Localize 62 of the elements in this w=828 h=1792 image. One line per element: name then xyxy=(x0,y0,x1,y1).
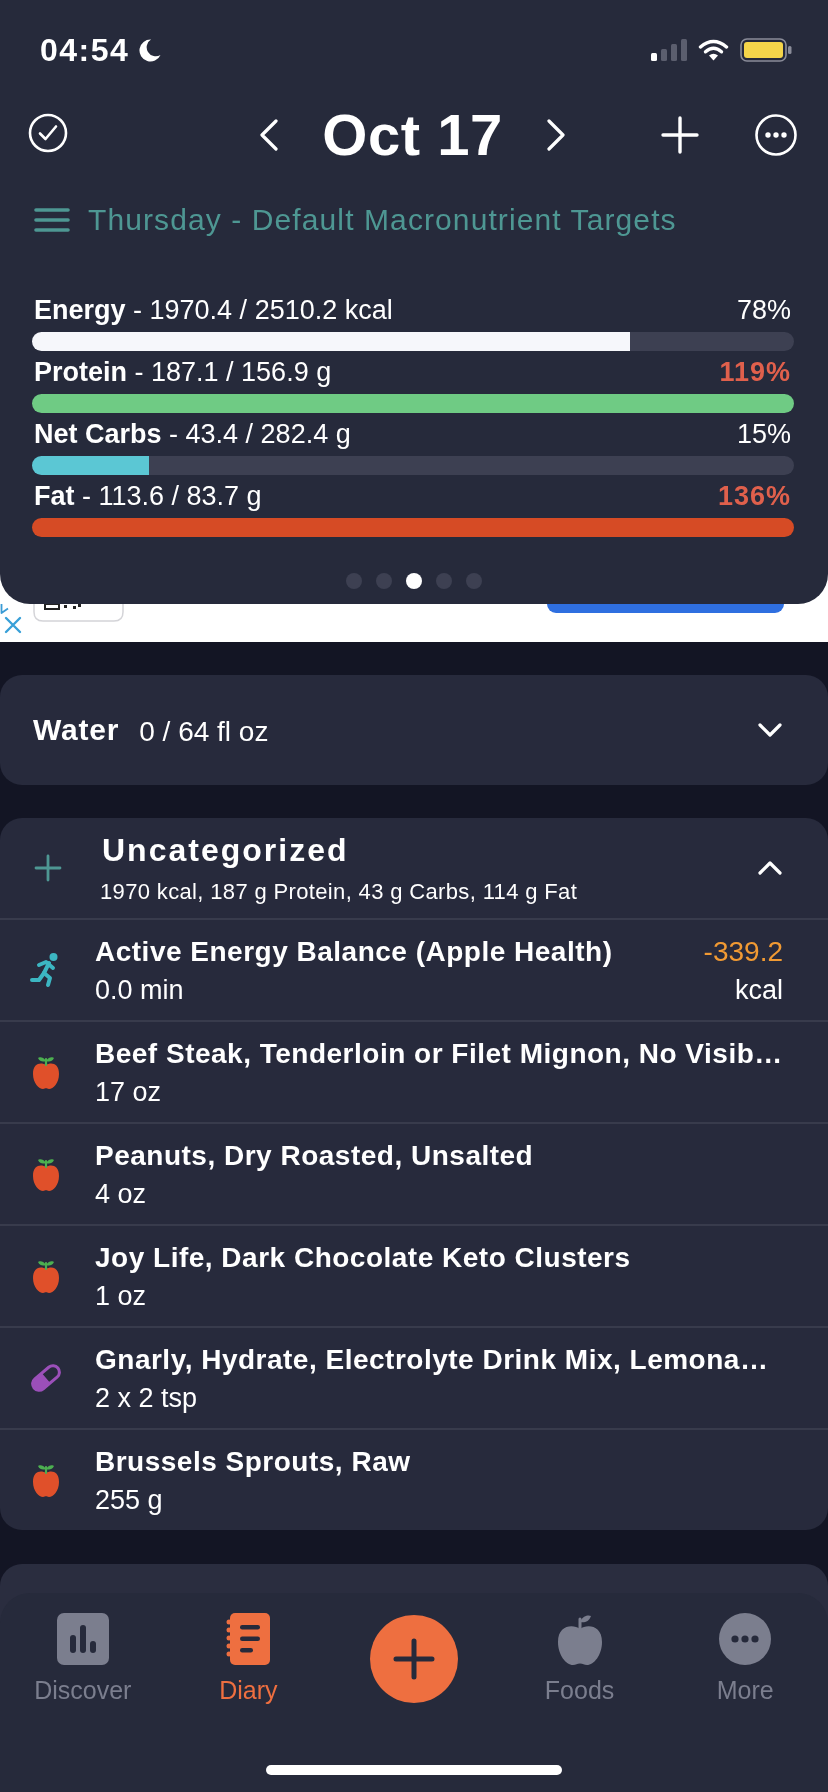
activity-name[interactable]: Active Energy Balance (Apple Health) xyxy=(95,934,613,970)
food-amount: 255 g xyxy=(95,1484,163,1517)
macro-label: Fat - 113.6 / 83.7 g xyxy=(34,480,262,513)
targets-button[interactable]: Thursday - Default Macronutrient Targets xyxy=(34,200,677,240)
food-name[interactable]: Gnarly, Hydrate, Electrolyte Drink Mix, Lemona… xyxy=(95,1342,769,1378)
date-title[interactable]: Oct 17 xyxy=(322,100,503,170)
apple-icon xyxy=(31,1156,61,1192)
nav-tab[interactable]: Discover xyxy=(34,1613,132,1706)
energy-value: -339.2 xyxy=(703,935,783,969)
ad-choices-icon[interactable] xyxy=(0,604,9,614)
apple-icon xyxy=(31,1462,61,1498)
macro-percent: 78% xyxy=(736,294,791,327)
macro-percent: 136% xyxy=(717,480,791,513)
meal-summary: 1970 kcal, 187 g Protein, 43 g Carbs, 114 g Fat xyxy=(100,878,578,906)
chevron-up-icon[interactable] xyxy=(758,861,782,875)
apple-icon xyxy=(31,1258,61,1294)
food-name[interactable]: Peanuts, Dry Roasted, Unsalted xyxy=(95,1138,534,1174)
water-title: Water xyxy=(33,712,120,748)
nav-tab[interactable]: Diary xyxy=(219,1613,278,1706)
macro-percent: 119% xyxy=(719,356,791,389)
bar-chart-icon xyxy=(56,1613,109,1665)
close-icon[interactable] xyxy=(4,616,22,634)
energy-unit: kcal xyxy=(735,974,783,1007)
nav-tab[interactable]: Foods xyxy=(544,1613,615,1706)
page-dot[interactable] xyxy=(376,573,392,589)
check-circle-icon[interactable] xyxy=(28,113,68,153)
apple-icon xyxy=(555,1613,604,1665)
more-icon xyxy=(719,1613,772,1665)
macro-label: Net Carbs - 43.4 / 282.4 g xyxy=(34,418,351,451)
food-amount: 1 oz xyxy=(95,1280,147,1313)
apple-icon xyxy=(31,1054,61,1090)
wifi-icon xyxy=(698,39,729,61)
food-amount: 4 oz xyxy=(95,1178,147,1211)
page-dot[interactable] xyxy=(406,573,422,589)
activity-duration: 0.0 min xyxy=(95,974,184,1007)
qr-code-icon xyxy=(33,604,124,622)
food-name[interactable]: Brussels Sprouts, Raw xyxy=(95,1444,411,1480)
water-card[interactable]: Water 0 / 64 fl oz xyxy=(0,675,828,785)
nav-tab[interactable]: More xyxy=(716,1613,774,1706)
macro-label: Protein - 187.1 / 156.9 g xyxy=(34,356,332,389)
food-name[interactable]: Beef Steak, Tenderloin or Filet Mignon, No Visib… xyxy=(95,1036,783,1072)
chevron-down-icon[interactable] xyxy=(758,723,782,737)
page-dot[interactable] xyxy=(466,573,482,589)
moon-icon xyxy=(138,38,163,62)
notebook-icon xyxy=(226,1613,271,1665)
status-time: 04:54 xyxy=(40,31,130,70)
macro-percent: 15% xyxy=(736,418,791,451)
page-dot[interactable] xyxy=(346,573,362,589)
water-amount: 0 / 64 fl oz xyxy=(139,715,269,749)
chevron-left-icon[interactable] xyxy=(259,119,280,151)
battery-icon xyxy=(740,38,792,62)
plus-icon xyxy=(393,1638,435,1680)
chevron-right-icon[interactable] xyxy=(545,119,566,151)
food-amount: 2 x 2 tsp xyxy=(95,1382,198,1415)
menu-icon xyxy=(34,207,70,233)
food-amount: 17 oz xyxy=(95,1076,162,1109)
meal-title: Uncategorized xyxy=(101,831,349,870)
food-name[interactable]: Joy Life, Dark Chocolate Keto Clusters xyxy=(95,1240,631,1276)
more-icon[interactable] xyxy=(755,114,797,156)
macro-label: Energy - 1970.4 / 2510.2 kcal xyxy=(34,294,393,327)
page-dot[interactable] xyxy=(436,573,452,589)
signal-icon xyxy=(651,39,687,61)
